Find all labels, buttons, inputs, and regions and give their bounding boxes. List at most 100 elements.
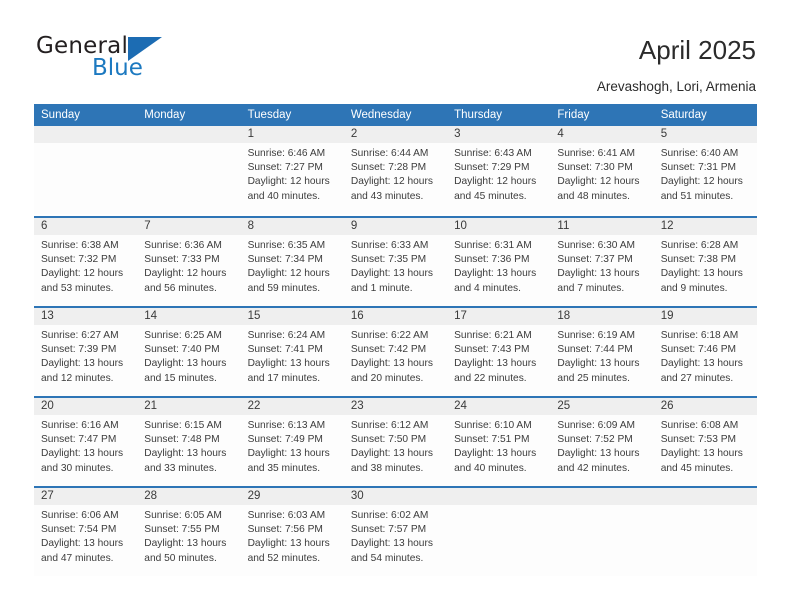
day-cell[interactable]: Sunrise: 6:09 AM Sunset: 7:52 PM Daylight:… bbox=[550, 415, 653, 486]
day-info-line: and 52 minutes. bbox=[247, 552, 321, 564]
day-cell[interactable]: Sunrise: 6:22 AM Sunset: 7:42 PM Daylight:… bbox=[344, 325, 447, 396]
weekday-header-row: Sunday Monday Tuesday Wednesday Thursday Frid… bbox=[34, 104, 757, 126]
day-info-line: Sunrise: 6:15 AM bbox=[144, 420, 222, 431]
day-number[interactable]: 22 bbox=[241, 398, 344, 415]
day-number[interactable]: 23 bbox=[344, 398, 447, 415]
day-cell[interactable]: Sunrise: 6:38 AM Sunset: 7:32 PM Daylight:… bbox=[34, 235, 137, 306]
day-cell[interactable]: Sunrise: 6:08 AM Sunset: 7:53 PM Daylight:… bbox=[654, 415, 757, 486]
day-info-line: Daylight: 13 hours bbox=[660, 358, 743, 370]
day-cell[interactable]: Sunrise: 6:06 AM Sunset: 7:54 PM Daylight:… bbox=[34, 505, 137, 576]
day-cell[interactable]: Sunrise: 6:03 AM Sunset: 7:56 PM Daylight:… bbox=[241, 505, 344, 576]
day-info-line: Sunrise: 6:25 AM bbox=[144, 330, 222, 341]
day-number[interactable]: 28 bbox=[137, 488, 240, 505]
day-info-line: and 25 minutes. bbox=[557, 372, 630, 384]
day-info-line: Sunrise: 6:12 AM bbox=[350, 420, 429, 431]
day-info-line: and 17 minutes. bbox=[247, 372, 321, 384]
day-cell[interactable]: Sunrise: 6:28 AM Sunset: 7:38 PM Daylight:… bbox=[654, 235, 757, 306]
calendar-weeks: 1 2 3 4 5 Sunrise: 6:46 AM Sunset: 7:27 PM Dayl… bbox=[34, 126, 757, 576]
day-cell[interactable]: Sunrise: 6:31 AM Sunset: 7:36 PM Daylight:… bbox=[447, 235, 550, 306]
day-number[interactable]: 4 bbox=[550, 126, 653, 143]
day-info-line: Daylight: 13 hours bbox=[350, 448, 433, 460]
day-cell[interactable]: Sunrise: 6:13 AM Sunset: 7:49 PM Daylight:… bbox=[241, 415, 344, 486]
day-cell[interactable]: Sunrise: 6:05 AM Sunset: 7:55 PM Daylight:… bbox=[137, 505, 240, 576]
day-number[interactable]: 6 bbox=[34, 218, 137, 235]
day-info-line: and 43 minutes. bbox=[350, 190, 424, 202]
day-number[interactable]: 3 bbox=[447, 126, 550, 143]
day-info-line: Sunrise: 6:33 AM bbox=[350, 240, 429, 251]
day-cell[interactable]: Sunrise: 6:02 AM Sunset: 7:57 PM Daylight:… bbox=[344, 505, 447, 576]
calendar-page: General Blue April 2025 Arevashogh, Lori… bbox=[0, 0, 792, 612]
day-number[interactable]: 26 bbox=[654, 398, 757, 415]
day-info-line: and 12 minutes. bbox=[41, 372, 114, 384]
day-info-line: Sunrise: 6:06 AM bbox=[41, 510, 119, 521]
day-info-line: Sunset: 7:51 PM bbox=[454, 434, 530, 446]
day-info-line: and 15 minutes. bbox=[144, 372, 217, 384]
day-cell[interactable]: Sunrise: 6:18 AM Sunset: 7:46 PM Daylight:… bbox=[654, 325, 757, 396]
day-cell[interactable]: Sunrise: 6:36 AM Sunset: 7:33 PM Daylight:… bbox=[137, 235, 240, 306]
day-number[interactable]: 30 bbox=[344, 488, 447, 505]
day-cell[interactable]: Sunrise: 6:33 AM Sunset: 7:35 PM Daylight:… bbox=[344, 235, 447, 306]
day-number[interactable]: 17 bbox=[447, 308, 550, 325]
day-info-line: Daylight: 13 hours bbox=[41, 358, 124, 370]
day-cell[interactable]: Sunrise: 6:16 AM Sunset: 7:47 PM Daylight:… bbox=[34, 415, 137, 486]
day-cell[interactable]: Sunrise: 6:24 AM Sunset: 7:41 PM Daylight:… bbox=[241, 325, 344, 396]
day-number[interactable]: 29 bbox=[241, 488, 344, 505]
calendar-week-row: 20 21 22 23 24 25 26 Sunrise: 6:16 AM Sunset: 7:… bbox=[34, 396, 757, 486]
weekday-header-saturday: Saturday bbox=[660, 109, 707, 121]
day-number[interactable]: 12 bbox=[654, 218, 757, 235]
week-day-numbers: 12345 bbox=[34, 126, 757, 143]
day-info-line: Sunrise: 6:35 AM bbox=[247, 240, 326, 251]
day-number[interactable]: 14 bbox=[137, 308, 240, 325]
day-info-line: Sunset: 7:40 PM bbox=[144, 344, 220, 356]
day-number[interactable]: 27 bbox=[34, 488, 137, 505]
day-cell[interactable]: Sunrise: 6:46 AM Sunset: 7:27 PM Daylight:… bbox=[241, 143, 344, 214]
day-number[interactable]: 5 bbox=[654, 126, 757, 143]
day-cell[interactable]: Sunrise: 6:30 AM Sunset: 7:37 PM Daylight:… bbox=[550, 235, 653, 306]
day-info-line: Daylight: 13 hours bbox=[247, 358, 330, 370]
day-number[interactable]: 10 bbox=[447, 218, 550, 235]
weekday-header-thursday: Thursday bbox=[454, 109, 503, 121]
day-info-line: Sunset: 7:48 PM bbox=[144, 434, 220, 446]
day-number[interactable]: 19 bbox=[654, 308, 757, 325]
day-number[interactable]: 16 bbox=[344, 308, 447, 325]
day-cell-empty bbox=[447, 505, 550, 576]
day-info-line: Sunset: 7:37 PM bbox=[557, 254, 633, 266]
day-number[interactable]: 9 bbox=[344, 218, 447, 235]
day-cell[interactable]: Sunrise: 6:41 AM Sunset: 7:30 PM Daylight:… bbox=[550, 143, 653, 214]
week-day-details: Sunrise: 6:46 AM Sunset: 7:27 PM Daylight:… bbox=[34, 143, 757, 214]
day-cell[interactable]: Sunrise: 6:35 AM Sunset: 7:34 PM Daylight:… bbox=[241, 235, 344, 306]
day-info-line: and 45 minutes. bbox=[454, 190, 527, 202]
day-number[interactable]: 7 bbox=[137, 218, 240, 235]
day-info-line: Daylight: 13 hours bbox=[41, 538, 124, 550]
day-cell[interactable]: Sunrise: 6:44 AM Sunset: 7:28 PM Daylight:… bbox=[344, 143, 447, 214]
day-number[interactable]: 21 bbox=[137, 398, 240, 415]
day-number[interactable]: 24 bbox=[447, 398, 550, 415]
day-info-line: Sunset: 7:28 PM bbox=[350, 162, 427, 174]
day-number[interactable]: 11 bbox=[550, 218, 653, 235]
day-cell[interactable]: Sunrise: 6:15 AM Sunset: 7:48 PM Daylight:… bbox=[137, 415, 240, 486]
day-info-line: Sunrise: 6:03 AM bbox=[247, 510, 326, 521]
day-info-line: Daylight: 13 hours bbox=[144, 358, 227, 370]
day-info-line: Sunrise: 6:10 AM bbox=[454, 420, 532, 431]
day-cell[interactable]: Sunrise: 6:40 AM Sunset: 7:31 PM Daylight:… bbox=[654, 143, 757, 214]
day-cell[interactable]: Sunrise: 6:25 AM Sunset: 7:40 PM Daylight:… bbox=[137, 325, 240, 396]
day-cell[interactable]: Sunrise: 6:27 AM Sunset: 7:39 PM Daylight:… bbox=[34, 325, 137, 396]
day-number[interactable]: 15 bbox=[241, 308, 344, 325]
day-info-line: Sunset: 7:31 PM bbox=[660, 162, 737, 174]
day-number[interactable]: 25 bbox=[550, 398, 653, 415]
brand-logo[interactable]: General Blue bbox=[36, 33, 216, 85]
day-info-line: Sunrise: 6:46 AM bbox=[247, 148, 326, 159]
day-number[interactable]: 2 bbox=[344, 126, 447, 143]
day-cell[interactable]: Sunrise: 6:12 AM Sunset: 7:50 PM Daylight:… bbox=[344, 415, 447, 486]
day-cell[interactable]: Sunrise: 6:19 AM Sunset: 7:44 PM Daylight:… bbox=[550, 325, 653, 396]
day-cell[interactable]: Sunrise: 6:10 AM Sunset: 7:51 PM Daylight:… bbox=[447, 415, 550, 486]
day-number[interactable]: 13 bbox=[34, 308, 137, 325]
day-number[interactable]: 18 bbox=[550, 308, 653, 325]
day-number[interactable]: 20 bbox=[34, 398, 137, 415]
day-cell[interactable]: Sunrise: 6:21 AM Sunset: 7:43 PM Daylight:… bbox=[447, 325, 550, 396]
day-info-line: Sunset: 7:38 PM bbox=[660, 254, 737, 266]
day-number[interactable]: 1 bbox=[241, 126, 344, 143]
day-number[interactable]: 8 bbox=[241, 218, 344, 235]
day-info-line: Sunset: 7:39 PM bbox=[41, 344, 117, 356]
day-cell[interactable]: Sunrise: 6:43 AM Sunset: 7:29 PM Daylight:… bbox=[447, 143, 550, 214]
